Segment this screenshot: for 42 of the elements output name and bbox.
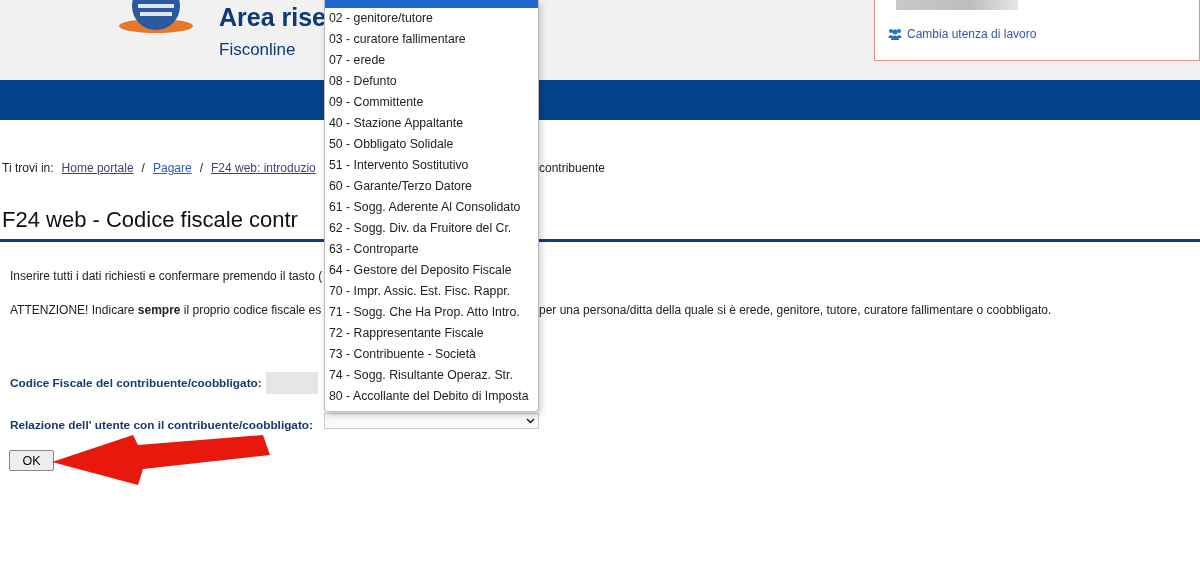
dropdown-option[interactable]: 74 - Sogg. Risultante Operaz. Str. (325, 365, 538, 386)
ok-button[interactable]: OK (9, 450, 54, 471)
dropdown-option[interactable]: 08 - Defunto (325, 71, 538, 92)
dropdown-option[interactable]: 09 - Committente (325, 92, 538, 113)
dropdown-option[interactable]: 64 - Gestore del Deposito Fiscale (325, 260, 538, 281)
breadcrumb-current: contribuente (539, 161, 607, 177)
field-label: Relazione dell' utente con il contribuente/coobbligato: (10, 418, 313, 432)
site-subtitle: Fisconline (219, 40, 296, 60)
instruction-text: Inserire tutti i dati richiesti e confermare premendo il tasto ( (10, 269, 323, 283)
users-icon (888, 28, 902, 40)
warning-text: per una persona/ditta della quale si è erede, genitore, tutore, curatore fallimentare o coobbligato. (539, 303, 1052, 317)
dropdown-option[interactable]: 51 - Intervento Sostitutivo (325, 155, 538, 176)
site-title: Area rise (219, 3, 327, 32)
breadcrumb-link[interactable]: Home portale (61, 161, 134, 177)
breadcrumb-separator: / (199, 161, 203, 177)
dropdown-option[interactable]: 61 - Sogg. Aderente Al Consolidato (325, 197, 538, 218)
breadcrumb-label: Ti trovi in: (2, 161, 54, 177)
breadcrumb-link[interactable]: F24 web: introduzio (211, 161, 316, 177)
dropdown-option[interactable]: 70 - Impr. Assic. Est. Fisc. Rappr. (325, 281, 538, 302)
field-label: Codice Fiscale del contribuente/coobbligato: (10, 376, 262, 390)
breadcrumb-link[interactable]: Pagare (152, 161, 192, 177)
dropdown-option[interactable]: 71 - Sogg. Che Ha Prop. Atto Intro. (325, 302, 538, 323)
page-title: F24 web - Codice fiscale contr (2, 207, 298, 233)
change-user-link[interactable]: Cambia utenza di lavoro (888, 27, 1199, 41)
dropdown-option[interactable]: 40 - Stazione Appaltante (325, 113, 538, 134)
highlighted-option[interactable] (325, 0, 538, 8)
breadcrumb-separator: / (141, 161, 145, 177)
dropdown-option[interactable]: 62 - Sogg. Div. da Fruitore del Cr. (325, 218, 538, 239)
dropdown-option[interactable]: 02 - genitore/tutore (325, 8, 538, 29)
dropdown-option[interactable]: 72 - Rappresentante Fiscale (325, 323, 538, 344)
relation-select[interactable] (324, 413, 539, 429)
warning-text: ATTENZIONE! Indicare sempre il proprio codice fiscale es (10, 303, 322, 317)
dropdown-option[interactable]: 80 - Accollante del Debito di Imposta (325, 386, 538, 407)
chevron-down-icon (526, 418, 535, 424)
dropdown-option[interactable]: 50 - Obbligato Solidale (325, 134, 538, 155)
dropdown-option[interactable]: 63 - Controparte (325, 239, 538, 260)
tax-code-input-field[interactable] (265, 372, 318, 394)
dropdown-option[interactable]: 60 - Garante/Terzo Datore (325, 176, 538, 197)
globe-logo-icon (118, 0, 194, 34)
dropdown-option[interactable]: 07 - erede (325, 50, 538, 71)
dropdown-option[interactable]: 73 - Contribuente - Società (325, 344, 538, 365)
dropdown-option[interactable]: 03 - curatore fallimentare (325, 29, 538, 50)
